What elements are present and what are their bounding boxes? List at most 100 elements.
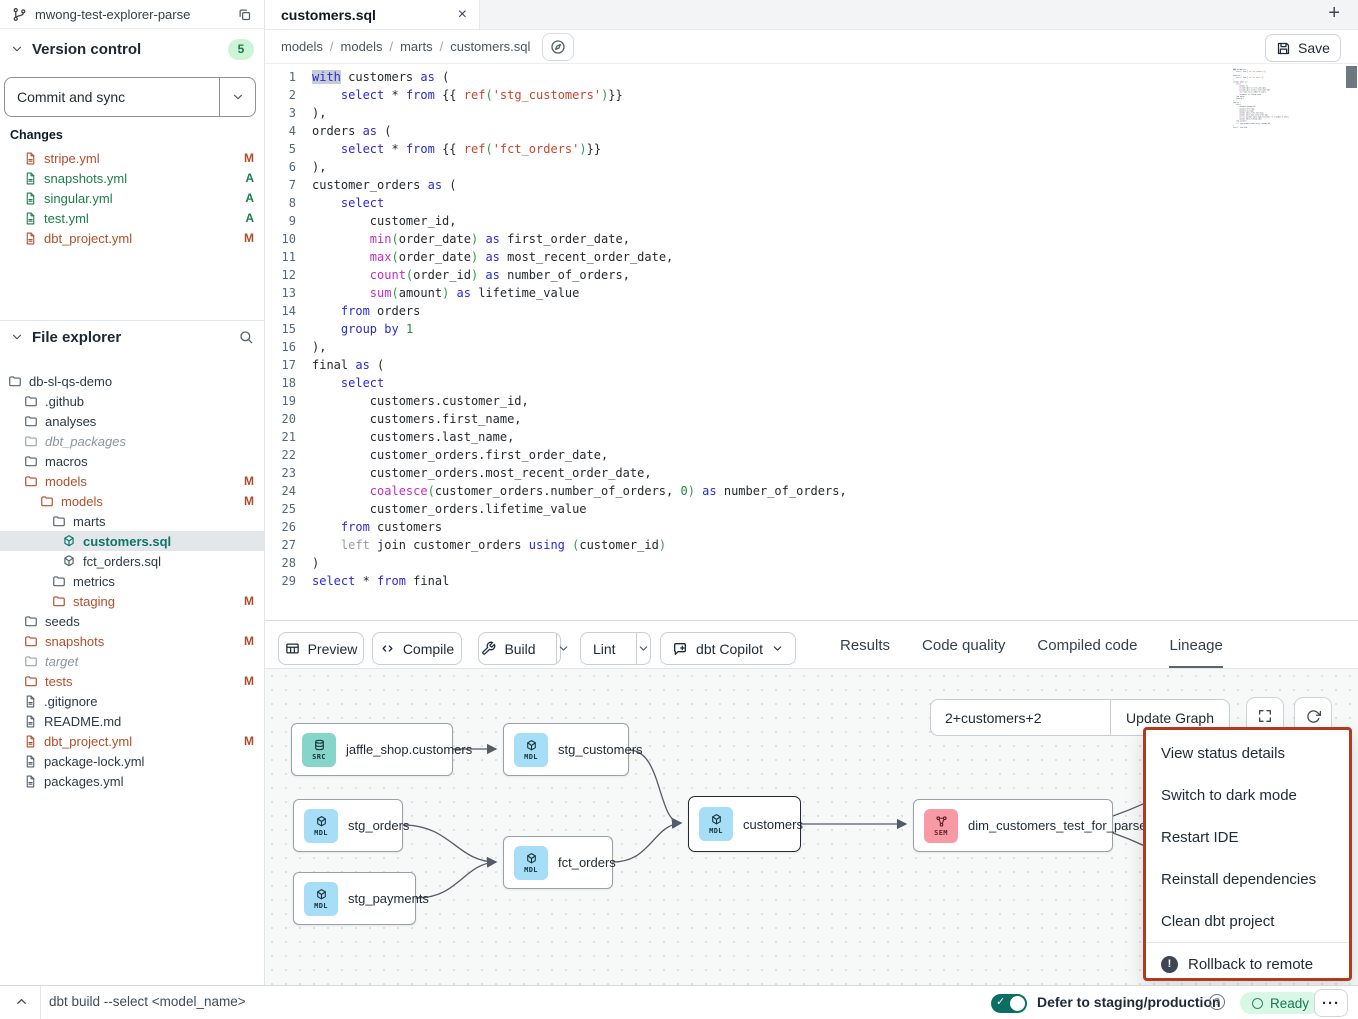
close-icon[interactable]: × xyxy=(458,6,467,24)
defer-label: Defer to staging/production xyxy=(1037,994,1221,1010)
tree-item-folder[interactable]: testsM xyxy=(0,671,264,691)
file-icon xyxy=(24,152,37,165)
folder-icon xyxy=(40,494,54,508)
menu-item-clean-dbt-project[interactable]: Clean dbt project xyxy=(1146,900,1349,942)
tab-results[interactable]: Results xyxy=(840,621,890,669)
wrench-icon xyxy=(481,641,496,656)
file-icon xyxy=(24,212,37,225)
project-header: mwong-test-explorer-parse xyxy=(0,0,264,29)
tree-item-folder[interactable]: analyses xyxy=(0,411,264,431)
lint-button[interactable]: Lint xyxy=(580,632,651,665)
tree-item-folder[interactable]: modelsM xyxy=(0,491,264,511)
lineage-node-source[interactable]: SRC jaffle_shop.customers xyxy=(291,723,453,776)
menu-item-view-status-details[interactable]: View status details xyxy=(1146,732,1349,774)
folder-icon xyxy=(52,594,66,608)
save-button[interactable]: Save xyxy=(1265,34,1341,62)
code-icon xyxy=(380,641,395,656)
chevron-down-icon xyxy=(231,90,245,104)
folder-icon xyxy=(8,374,22,388)
code-editor[interactable]: 1with customers as (2 select * from {{ r… xyxy=(265,64,1358,620)
result-tabs: Results Code quality Compiled code Linea… xyxy=(840,621,1223,669)
tree-item-folder[interactable]: seeds xyxy=(0,611,264,631)
lineage-node-model[interactable]: MDL stg_payments xyxy=(293,872,416,925)
lineage-node-model[interactable]: MDL fct_orders xyxy=(503,836,613,889)
tree-item-folder[interactable]: marts xyxy=(0,511,264,531)
sidebar: mwong-test-explorer-parse Version contro… xyxy=(0,0,265,985)
lint-options-caret[interactable] xyxy=(636,633,650,664)
changed-file-row[interactable]: test.ymlA xyxy=(0,208,264,228)
context-menu: View status details Switch to dark mode … xyxy=(1143,727,1352,981)
menu-item-switch-to-dark-mode[interactable]: Switch to dark mode xyxy=(1146,774,1349,816)
lineage-node-semantic[interactable]: SEM dim_customers_test_for_parse xyxy=(913,799,1113,852)
commit-button-label: Commit and sync xyxy=(5,78,219,116)
editor-tab-customers-sql[interactable]: customers.sql × xyxy=(265,0,480,29)
commit-and-sync-button[interactable]: Commit and sync xyxy=(4,77,256,117)
statusbar-divider xyxy=(40,986,41,1019)
save-icon xyxy=(1276,41,1291,56)
lineage-node-model-selected[interactable]: MDL customers xyxy=(688,796,801,852)
menu-item-reinstall-dependencies[interactable]: Reinstall dependencies xyxy=(1146,858,1349,900)
tree-item-file-selected[interactable]: customers.sql xyxy=(0,531,264,551)
tree-item-folder[interactable]: snapshotsM xyxy=(0,631,264,651)
status-dot-icon xyxy=(1252,998,1263,1009)
preview-button[interactable]: Preview xyxy=(278,632,364,665)
lineage-selector-input[interactable]: 2+customers+2 xyxy=(931,700,1110,735)
tab-compiled-code[interactable]: Compiled code xyxy=(1037,621,1137,669)
minimap[interactable]: 1with customers as (2 select * from {{ r… xyxy=(1233,68,1293,160)
ellipsis-icon[interactable]: ··· xyxy=(1314,989,1348,1017)
changes-label: Changes xyxy=(10,128,63,142)
tree-item-folder[interactable]: .github xyxy=(0,391,264,411)
tree-item-folder[interactable]: macros xyxy=(0,451,264,471)
tree-item-folder[interactable]: metrics xyxy=(0,571,264,591)
tree-item-file[interactable]: .gitignore xyxy=(0,691,264,711)
semantic-model-icon: SEM xyxy=(924,809,958,843)
changed-file-row[interactable]: snapshots.ymlA xyxy=(0,168,264,188)
copy-icon[interactable] xyxy=(237,7,252,22)
lineage-node-model[interactable]: MDL stg_orders xyxy=(293,799,403,852)
question-icon[interactable]: ? xyxy=(1209,994,1225,1010)
compile-button[interactable]: Compile xyxy=(372,632,462,665)
compass-icon[interactable] xyxy=(542,33,574,61)
minimap-content: 1with customers as (2 select * from {{ r… xyxy=(1233,68,1292,128)
file-explorer-title: File explorer xyxy=(32,329,230,346)
copilot-icon xyxy=(672,641,688,657)
build-button[interactable]: Build xyxy=(478,632,561,665)
changed-file-row[interactable]: dbt_project.ymlM xyxy=(0,228,264,248)
build-options-caret[interactable] xyxy=(556,633,570,664)
commit-options-caret[interactable] xyxy=(219,78,255,116)
folder-icon xyxy=(24,414,38,428)
file-icon xyxy=(24,715,37,728)
menu-item-restart-ide[interactable]: Restart IDE xyxy=(1146,816,1349,858)
tab-lineage[interactable]: Lineage xyxy=(1169,621,1222,669)
changed-file-row[interactable]: stripe.ymlM xyxy=(0,148,264,168)
tree-item-file[interactable]: package-lock.yml xyxy=(0,751,264,771)
folder-icon xyxy=(52,574,66,588)
tree-item-file[interactable]: packages.yml xyxy=(0,771,264,791)
dbt-copilot-button[interactable]: dbt Copilot xyxy=(660,632,796,665)
menu-item-rollback-to-remote[interactable]: ! Rollback to remote xyxy=(1146,943,1349,985)
plus-icon[interactable]: + xyxy=(1328,2,1340,25)
model-cube-icon: MDL xyxy=(304,882,338,916)
tree-item-file[interactable]: README.md xyxy=(0,711,264,731)
editor-scrollbar[interactable] xyxy=(1346,66,1357,88)
tree-item-folder[interactable]: dbt_packages xyxy=(0,431,264,451)
tree-item-file[interactable]: dbt_project.ymlM xyxy=(0,731,264,751)
tree-item-file[interactable]: fct_orders.sql xyxy=(0,551,264,571)
tree-item-folder[interactable]: stagingM xyxy=(0,591,264,611)
chevron-up-icon[interactable] xyxy=(14,994,29,1014)
search-icon[interactable] xyxy=(238,329,254,345)
file-icon xyxy=(24,232,37,245)
lineage-node-model[interactable]: MDL stg_customers xyxy=(503,723,629,776)
lineage-canvas[interactable]: SRC jaffle_shop.customers MDL stg_custom… xyxy=(265,668,1358,985)
file-explorer-header[interactable]: File explorer xyxy=(0,321,264,353)
defer-toggle[interactable]: ✓ xyxy=(991,994,1027,1013)
file-icon xyxy=(24,755,37,768)
tab-code-quality[interactable]: Code quality xyxy=(922,621,1005,669)
tree-item-folder[interactable]: modelsM xyxy=(0,471,264,491)
tree-item-folder[interactable]: target xyxy=(0,651,264,671)
changed-file-row[interactable]: singular.ymlA xyxy=(0,188,264,208)
folder-icon xyxy=(24,614,38,628)
status-badge[interactable]: Ready xyxy=(1240,992,1321,1014)
tree-item-project-root[interactable]: db-sl-qs-demo xyxy=(0,371,264,391)
version-control-header[interactable]: Version control 5 xyxy=(0,36,264,62)
